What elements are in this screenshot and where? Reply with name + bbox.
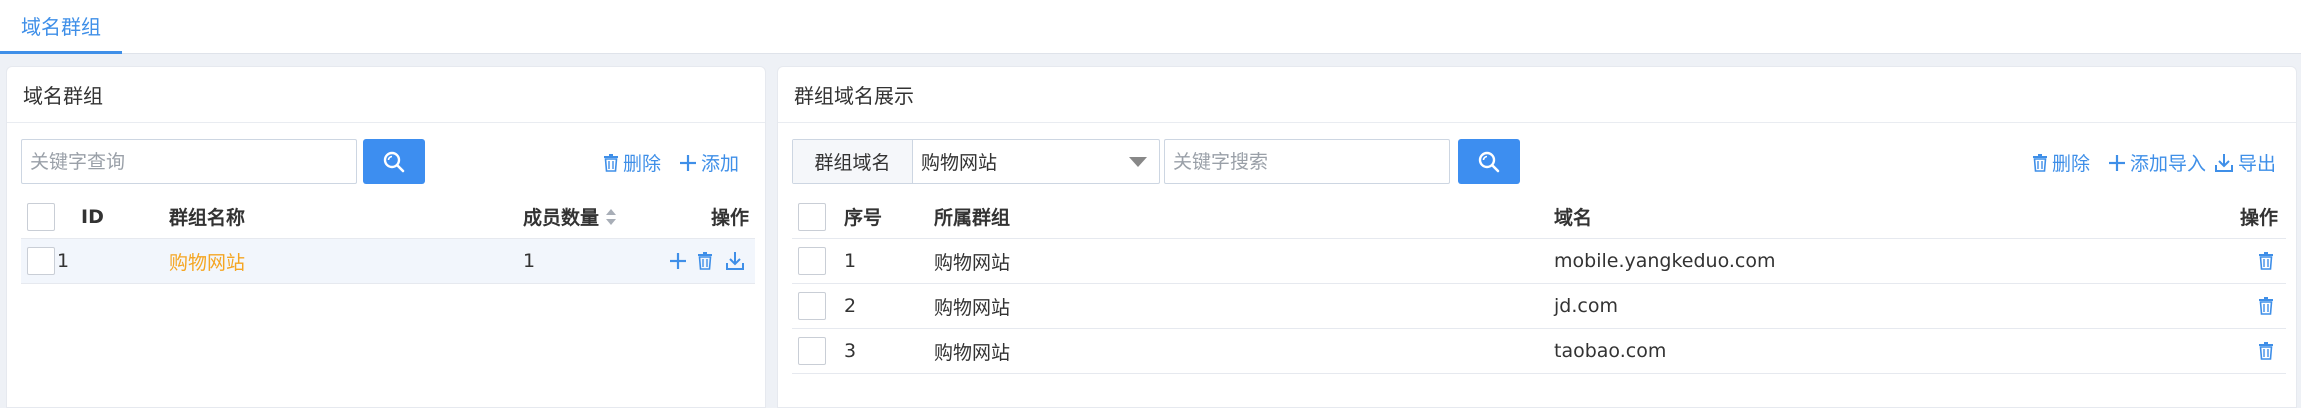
row-index: 2	[844, 295, 857, 317]
delete-label: 删除	[2052, 153, 2091, 175]
table-row[interactable]: 1 购物网站 1	[21, 239, 755, 284]
row-group: 购物网站	[934, 251, 1011, 274]
row-domain: jd.com	[1554, 295, 1618, 317]
group-table-header: ID 群组名称 成员数量 操作	[21, 195, 755, 239]
export-label: 导出	[2238, 153, 2277, 175]
group-search-field[interactable]	[21, 139, 357, 184]
table-row[interactable]: 3 购物网站 taobao.com	[792, 329, 2286, 374]
delete-row-button[interactable]	[697, 252, 713, 270]
col-operations: 操作	[2240, 207, 2279, 229]
row-checkbox[interactable]	[27, 247, 55, 275]
delete-row-button[interactable]	[2258, 342, 2274, 360]
select-all-checkbox[interactable]	[798, 203, 826, 231]
trash-icon	[2259, 252, 2273, 270]
domain-search-field[interactable]	[1164, 139, 1450, 184]
delete-row-button[interactable]	[2258, 252, 2274, 270]
search-icon	[383, 151, 405, 172]
trash-icon	[698, 252, 712, 270]
group-domain-select[interactable]: 群组域名 购物网站	[792, 139, 1160, 184]
delete-label: 删除	[623, 153, 662, 175]
row-checkbox[interactable]	[798, 247, 826, 275]
col-group: 所属群组	[934, 207, 1011, 229]
col-id: ID	[81, 205, 104, 228]
trash-icon	[2033, 153, 2047, 172]
delete-domain-button[interactable]: 删除	[2032, 149, 2090, 176]
delete-group-button[interactable]: 删除	[603, 149, 661, 176]
row-domain: mobile.yangkeduo.com	[1554, 250, 1776, 272]
row-domain: taobao.com	[1554, 340, 1667, 362]
group-search-button[interactable]	[363, 139, 425, 184]
caret-down-icon	[1129, 157, 1147, 167]
sort-icon	[606, 208, 617, 225]
row-checkbox[interactable]	[798, 292, 826, 320]
domain-search-input[interactable]	[1173, 150, 1449, 173]
panel-title: 域名群组	[7, 67, 765, 123]
group-select-dropdown[interactable]: 购物网站	[913, 140, 1159, 183]
plus-icon	[670, 253, 686, 269]
col-operations: 操作	[711, 207, 750, 229]
row-index: 3	[844, 340, 857, 362]
download-row-button[interactable]	[725, 251, 745, 271]
member-count: 1	[523, 250, 536, 272]
trash-icon	[2259, 297, 2273, 315]
add-member-button[interactable]	[669, 252, 687, 270]
group-name-link[interactable]: 购物网站	[169, 248, 245, 275]
add-import-label: 添加导入	[2130, 153, 2207, 175]
download-icon	[726, 252, 744, 270]
panel-title: 群组域名展示	[778, 67, 2296, 123]
add-label: 添加	[701, 153, 740, 175]
search-icon	[1478, 151, 1500, 172]
row-index: 1	[844, 250, 857, 272]
plus-icon	[2109, 154, 2125, 171]
select-all-checkbox[interactable]	[27, 203, 55, 231]
trash-icon	[604, 153, 618, 172]
domain-search-button[interactable]	[1458, 139, 1520, 184]
col-domain: 域名	[1554, 207, 1593, 229]
table-row[interactable]: 1 购物网站 mobile.yangkeduo.com	[792, 239, 2286, 284]
tab-bar: 域名群组	[0, 0, 2301, 54]
add-import-button[interactable]: 添加导入	[2108, 149, 2206, 176]
row-group: 购物网站	[934, 341, 1011, 364]
group-domains-panel: 群组域名展示 群组域名 购物网站 删除 添加导入 导出 序号 所属群组 域名 操…	[777, 66, 2297, 408]
table-row[interactable]: 2 购物网站 jd.com	[792, 284, 2286, 329]
trash-icon	[2259, 342, 2273, 360]
row-id: 1	[57, 250, 70, 272]
domain-group-panel: 域名群组 删除 添加 ID 群组名称 成员数量 操作 1 购物网站 1	[6, 66, 766, 408]
select-value: 购物网站	[921, 152, 998, 174]
download-icon	[2215, 153, 2233, 172]
delete-row-button[interactable]	[2258, 297, 2274, 315]
plus-icon	[680, 154, 696, 171]
col-member-count[interactable]: 成员数量	[523, 203, 617, 230]
col-member-count-label: 成员数量	[523, 207, 600, 229]
row-group: 购物网站	[934, 296, 1011, 319]
select-label: 群组域名	[793, 140, 913, 183]
domain-table-header: 序号 所属群组 域名 操作	[792, 195, 2286, 239]
col-index: 序号	[844, 207, 883, 229]
group-search-input[interactable]	[30, 150, 356, 173]
tab-domain-groups[interactable]: 域名群组	[0, 0, 122, 54]
row-checkbox[interactable]	[798, 337, 826, 365]
export-button[interactable]: 导出	[2214, 149, 2276, 176]
col-group-name: 群组名称	[169, 207, 246, 229]
add-group-button[interactable]: 添加	[679, 149, 739, 176]
